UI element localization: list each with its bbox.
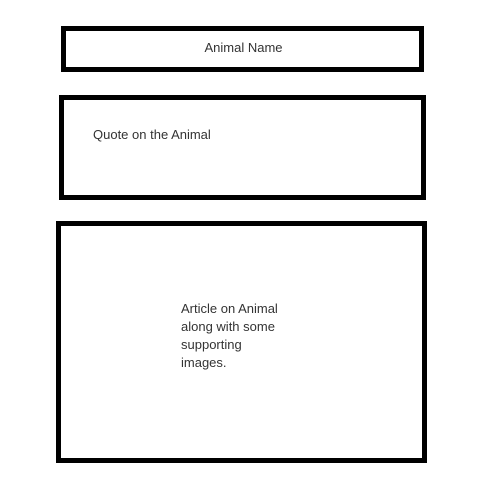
animal-name-box: Animal Name: [61, 26, 424, 72]
animal-article-label: Article on Animal along with some suppor…: [181, 301, 278, 370]
animal-quote-box: Quote on the Animal: [59, 95, 426, 200]
animal-quote-label: Quote on the Animal: [93, 127, 211, 142]
animal-article-box: Article on Animal along with some suppor…: [56, 221, 427, 463]
animal-name-label: Animal Name: [204, 40, 283, 55]
